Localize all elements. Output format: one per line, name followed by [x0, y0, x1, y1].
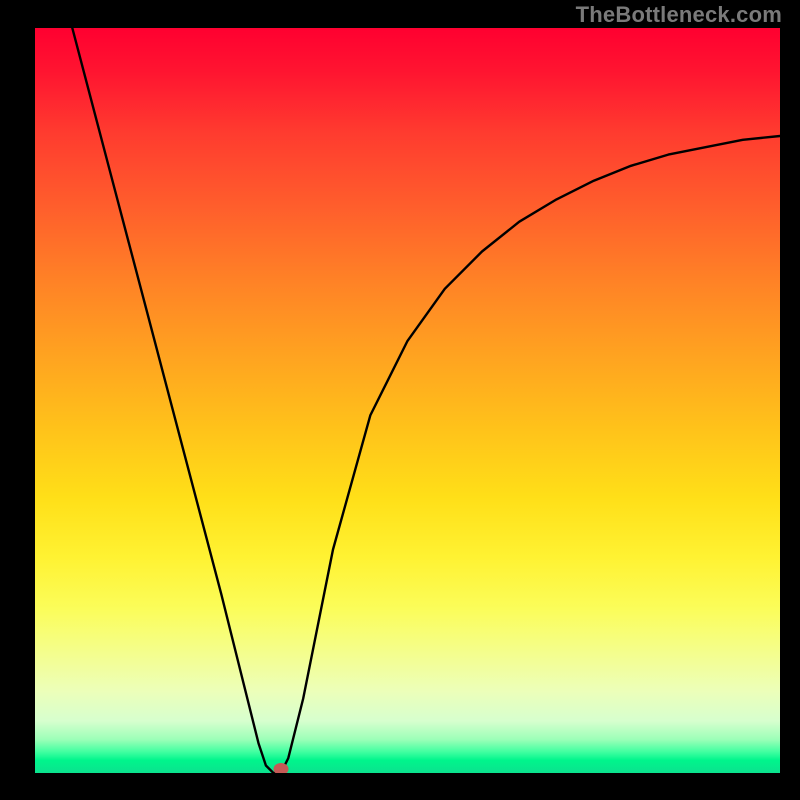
- optimum-marker: [273, 763, 288, 773]
- curve-path: [72, 28, 780, 773]
- bottleneck-curve: [35, 28, 780, 773]
- chart-frame: TheBottleneck.com: [0, 0, 800, 800]
- watermark-text: TheBottleneck.com: [576, 2, 782, 28]
- plot-area: [35, 28, 780, 773]
